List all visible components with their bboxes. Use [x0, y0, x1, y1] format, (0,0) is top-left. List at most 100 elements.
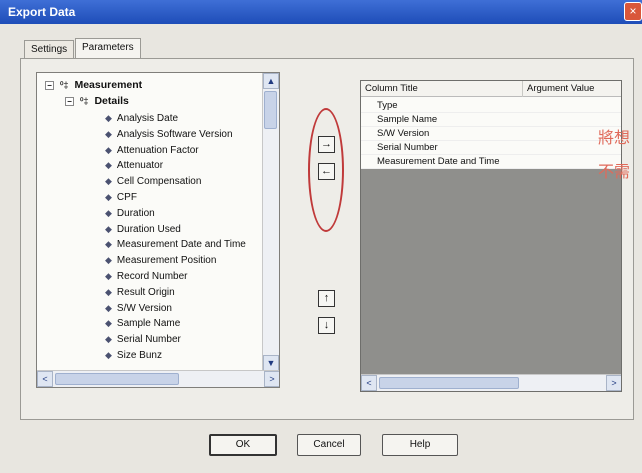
tree-leaf-label: Result Origin [116, 286, 175, 298]
tree-horizontal-scrollbar[interactable]: < > [37, 370, 279, 387]
grid-row[interactable]: Type [361, 99, 621, 113]
tree-leaf-label: Cell Compensation [116, 176, 202, 188]
grid-horizontal-scrollbar[interactable]: < > [361, 374, 621, 391]
tree-leaf-item[interactable]: ◆ Result Origin [105, 284, 175, 300]
tree-leaf-label: Attenuation Factor [116, 144, 199, 156]
grid-cell-title: Sample Name [377, 114, 438, 125]
grid-row[interactable]: Measurement Date and Time [361, 155, 621, 169]
move-down-button[interactable]: ↓ [318, 317, 335, 334]
tree-leaf-item[interactable]: ◆ Record Number [105, 268, 188, 284]
arrow-up-icon: ↑ [323, 292, 330, 304]
tree-leaf-item[interactable]: ◆ Analysis Date [105, 110, 178, 126]
grid-cell-title: Type [377, 100, 398, 111]
tree-leaf-item[interactable]: ◆ Duration [105, 205, 155, 221]
tree-leaf-item[interactable]: ◆ Cell Compensation [105, 173, 201, 189]
scroll-left-icon[interactable]: < [361, 375, 377, 391]
scroll-right-icon[interactable]: > [264, 371, 279, 387]
parameter-icon: ◆ [105, 255, 112, 266]
close-icon: × [629, 4, 637, 18]
tree-leaf-item[interactable]: ◆ Size Bunz [105, 347, 162, 363]
parameter-icon: ◆ [105, 239, 112, 250]
tree-leaf-item[interactable]: ◆ Measurement Position [105, 252, 216, 268]
tree-leaf-label: Size Bunz [116, 350, 162, 361]
tree-leaf-label: Measurement Date and Time [116, 239, 246, 251]
parameter-icon: ◆ [105, 113, 112, 123]
node-icon: ⁰‡ [59, 80, 69, 90]
tree-leaf-item[interactable]: ◆ S/W Version [105, 300, 172, 316]
column-header-title[interactable]: Column Title [361, 81, 523, 97]
parameter-icon: ◆ [105, 207, 112, 218]
scroll-right-icon[interactable]: > [606, 375, 621, 391]
parameter-icon: ◆ [105, 192, 112, 202]
tree-leaf-item[interactable]: ◆ Duration Used [105, 221, 181, 237]
parameter-icon: ◆ [105, 144, 112, 155]
tree-node-label: Details [94, 95, 129, 107]
remove-column-button[interactable]: ← [318, 163, 335, 180]
cancel-button[interactable]: Cancel [297, 434, 361, 456]
tree-leaf-label: Duration [116, 207, 155, 219]
tree-leaf-label: Analysis Date [116, 113, 179, 124]
grid-row[interactable]: S/W Version [361, 127, 621, 141]
grid-row[interactable]: Serial Number [361, 141, 621, 155]
parameter-icon: ◆ [105, 334, 112, 345]
tree-vertical-scrollbar[interactable]: ▲ ▼ [262, 73, 279, 371]
tree-leaf-label: Record Number [116, 271, 188, 282]
arrow-right-icon: → [321, 138, 332, 150]
tree-content: − ⁰‡ Measurement − ⁰‡ Details ◆ Analysis … [37, 73, 263, 371]
close-button[interactable]: × [624, 2, 642, 21]
tab-parameters-label: Parameters [82, 42, 134, 53]
tree-leaf-item[interactable]: ◆ Measurement Date and Time [105, 236, 246, 252]
parameter-icon: ◆ [105, 176, 112, 187]
selected-columns-grid[interactable]: Column Title Argument Value Type Sample N… [360, 80, 622, 392]
parameter-icon: ◆ [105, 302, 112, 313]
grid-row[interactable]: Sample Name [361, 113, 621, 127]
tree-leaf-item[interactable]: ◆ Serial Number [105, 331, 181, 347]
window-title: Export Data [8, 5, 76, 19]
tree-leaf-item[interactable]: ◆ Attenuator [105, 157, 163, 173]
parameter-icon: ◆ [105, 128, 112, 139]
tab-settings-label: Settings [31, 44, 68, 55]
tree-leaf-label: CPF [116, 192, 137, 203]
tree-leaf-item[interactable]: ◆ Attenuation Factor [105, 142, 199, 158]
ok-button[interactable]: OK [209, 434, 277, 456]
parameter-tree[interactable]: − ⁰‡ Measurement − ⁰‡ Details ◆ Analysis … [36, 72, 280, 388]
tree-node-details[interactable]: − ⁰‡ Details [65, 93, 129, 109]
tree-leaf-label: Sample Name [116, 318, 181, 330]
arrow-down-icon: ↓ [323, 319, 330, 331]
tree-node-measurement[interactable]: − ⁰‡ Measurement [45, 77, 142, 93]
move-up-button[interactable]: ↑ [318, 290, 335, 307]
tree-leaf-label: Measurement Position [116, 255, 217, 267]
node-icon: ⁰‡ [79, 96, 89, 106]
collapse-toggle-icon[interactable]: − [65, 96, 74, 106]
tree-leaf-item[interactable]: ◆ Sample Name [105, 315, 180, 331]
grid-header: Column Title Argument Value [361, 81, 621, 97]
tree-node-label: Measurement [74, 79, 143, 91]
handwritten-annotation-line1: 將想 [598, 128, 631, 147]
scroll-thumb[interactable] [379, 377, 519, 389]
tab-settings[interactable]: Settings [24, 40, 75, 58]
arrow-left-icon: ← [321, 165, 332, 177]
column-header-argument[interactable]: Argument Value [523, 81, 621, 97]
tree-leaf-item[interactable]: ◆ Analysis Software Version [105, 126, 233, 142]
scroll-thumb[interactable] [55, 373, 179, 385]
parameter-icon: ◆ [105, 318, 112, 329]
add-column-button[interactable]: → [318, 136, 335, 153]
collapse-toggle-icon[interactable]: − [45, 80, 54, 90]
tree-leaf-item[interactable]: ◆ CPF [105, 189, 137, 205]
parameter-icon: ◆ [105, 271, 112, 281]
grid-cell-title: Measurement Date and Time [377, 156, 500, 167]
tree-leaf-label: Analysis Software Version [116, 128, 233, 140]
parameter-icon: ◆ [105, 223, 112, 234]
title-bar: Export Data [0, 0, 642, 24]
tree-leaf-label: Attenuator [116, 160, 164, 172]
scroll-left-icon[interactable]: < [37, 371, 53, 387]
parameter-icon: ◆ [105, 286, 112, 297]
grid-cell-title: Serial Number [377, 142, 438, 153]
parameter-icon: ◆ [105, 350, 112, 360]
grid-cell-title: S/W Version [377, 128, 430, 139]
tab-parameters[interactable]: Parameters [75, 38, 141, 59]
scroll-up-icon[interactable]: ▲ [263, 73, 279, 89]
help-button[interactable]: Help [382, 434, 458, 456]
scroll-thumb[interactable] [264, 91, 277, 129]
scroll-down-icon[interactable]: ▼ [263, 355, 279, 371]
